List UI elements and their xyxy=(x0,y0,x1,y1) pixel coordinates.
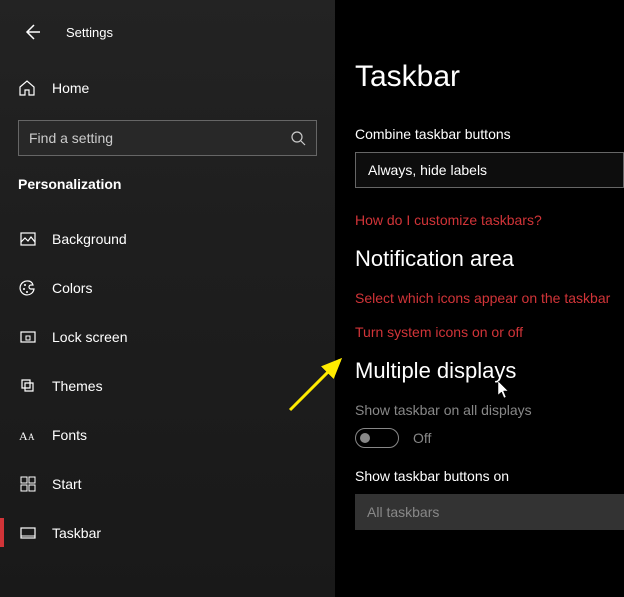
show-buttons-value: All taskbars xyxy=(367,504,439,520)
sidebar-item-themes[interactable]: Themes xyxy=(0,361,335,410)
settings-title: Settings xyxy=(66,25,113,40)
combine-label: Combine taskbar buttons xyxy=(355,126,624,142)
svg-text:A: A xyxy=(19,429,28,442)
search-field[interactable] xyxy=(29,130,290,146)
category-heading: Personalization xyxy=(0,176,335,192)
palette-icon xyxy=(18,278,38,298)
home-icon xyxy=(18,79,38,97)
home-label: Home xyxy=(52,80,89,96)
sidebar-item-label: Lock screen xyxy=(52,329,127,345)
back-button[interactable] xyxy=(18,18,46,46)
sidebar-item-label: Taskbar xyxy=(52,525,101,541)
sidebar-item-lock-screen[interactable]: Lock screen xyxy=(0,312,335,361)
sidebar-item-taskbar[interactable]: Taskbar xyxy=(0,508,335,557)
themes-icon xyxy=(18,376,38,396)
sidebar-item-label: Background xyxy=(52,231,127,247)
sidebar-item-colors[interactable]: Colors xyxy=(0,263,335,312)
sidebar-item-label: Start xyxy=(52,476,82,492)
svg-text:A: A xyxy=(28,432,35,442)
show-buttons-dropdown[interactable]: All taskbars xyxy=(355,494,624,530)
show-buttons-label: Show taskbar buttons on xyxy=(355,468,624,484)
select-icons-link[interactable]: Select which icons appear on the taskbar xyxy=(355,290,624,306)
combine-dropdown[interactable]: Always, hide labels xyxy=(355,152,624,188)
sidebar-item-fonts[interactable]: AA Fonts xyxy=(0,410,335,459)
home-nav[interactable]: Home xyxy=(0,66,335,110)
show-taskbar-label: Show taskbar on all displays xyxy=(355,402,624,418)
multiple-displays-title: Multiple displays xyxy=(355,358,624,384)
toggle-knob xyxy=(360,433,370,443)
page-title: Taskbar xyxy=(355,60,624,94)
start-icon xyxy=(18,474,38,494)
taskbar-icon xyxy=(18,523,38,543)
fonts-icon: AA xyxy=(18,425,38,445)
picture-icon xyxy=(18,229,38,249)
search-input[interactable] xyxy=(18,120,317,156)
customize-link[interactable]: How do I customize taskbars? xyxy=(355,212,624,228)
content-pane: Taskbar Combine taskbar buttons Always, … xyxy=(335,0,624,597)
sidebar-item-label: Themes xyxy=(52,378,103,394)
sidebar-item-label: Fonts xyxy=(52,427,87,443)
notification-area-title: Notification area xyxy=(355,246,624,272)
lock-screen-icon xyxy=(18,327,38,347)
sidebar-item-start[interactable]: Start xyxy=(0,459,335,508)
show-taskbar-toggle-row: Off xyxy=(355,428,624,448)
toggle-state-label: Off xyxy=(413,430,431,446)
combine-value: Always, hide labels xyxy=(368,162,487,178)
sidebar-item-background[interactable]: Background xyxy=(0,214,335,263)
left-sidebar: Settings Home Personalization Background… xyxy=(0,0,335,597)
system-icons-link[interactable]: Turn system icons on or off xyxy=(355,324,624,340)
nav-list: Background Colors Lock screen Themes AA … xyxy=(0,214,335,557)
sidebar-item-label: Colors xyxy=(52,280,92,296)
header-row: Settings xyxy=(0,12,335,52)
back-arrow-icon xyxy=(23,23,41,41)
show-taskbar-toggle[interactable] xyxy=(355,428,399,448)
search-icon xyxy=(290,130,306,146)
